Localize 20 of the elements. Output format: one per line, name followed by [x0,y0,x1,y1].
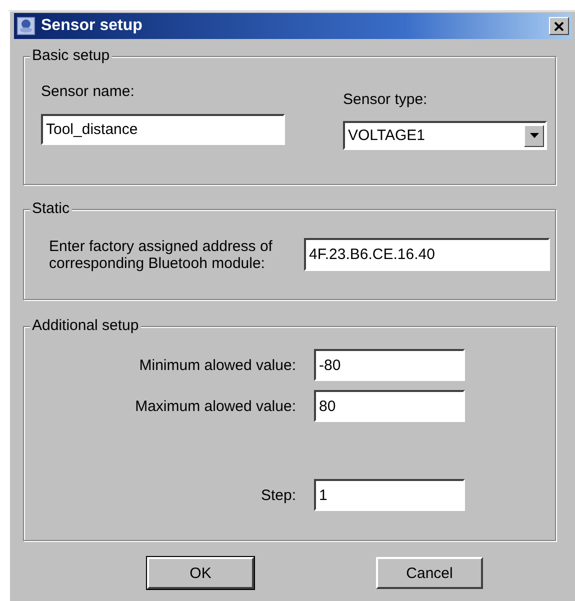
dialog-button[interactable]: OK [147,557,254,589]
input-field[interactable]: 80 [314,390,465,422]
input-field[interactable]: 4F.23.B6.CE.16.40 [304,238,550,271]
close-icon [554,22,564,30]
dialog-button[interactable]: Cancel [376,557,483,589]
field-label: Sensor name: [41,83,136,100]
app-icon [17,17,35,35]
field-label: Step: [260,486,297,504]
input-field[interactable]: -80 [314,349,465,381]
group-title: Basic setup [30,47,112,64]
group-title: Additional setup [30,317,141,334]
field-label: Minimum alowed value: [138,356,297,374]
dropdown[interactable]: VOLTAGE1 [343,121,547,150]
field-label: Maximum alowed value: [134,398,297,414]
input-field[interactable]: 1 [314,479,465,511]
field-label: Sensor type: [343,91,428,108]
window-title: Sensor setup [41,17,144,35]
input-field[interactable]: Tool_distance [41,114,285,145]
field-label: Enter factory assigned address of corresponding Bluetooh module: [49,238,274,272]
close-button[interactable] [549,17,569,35]
